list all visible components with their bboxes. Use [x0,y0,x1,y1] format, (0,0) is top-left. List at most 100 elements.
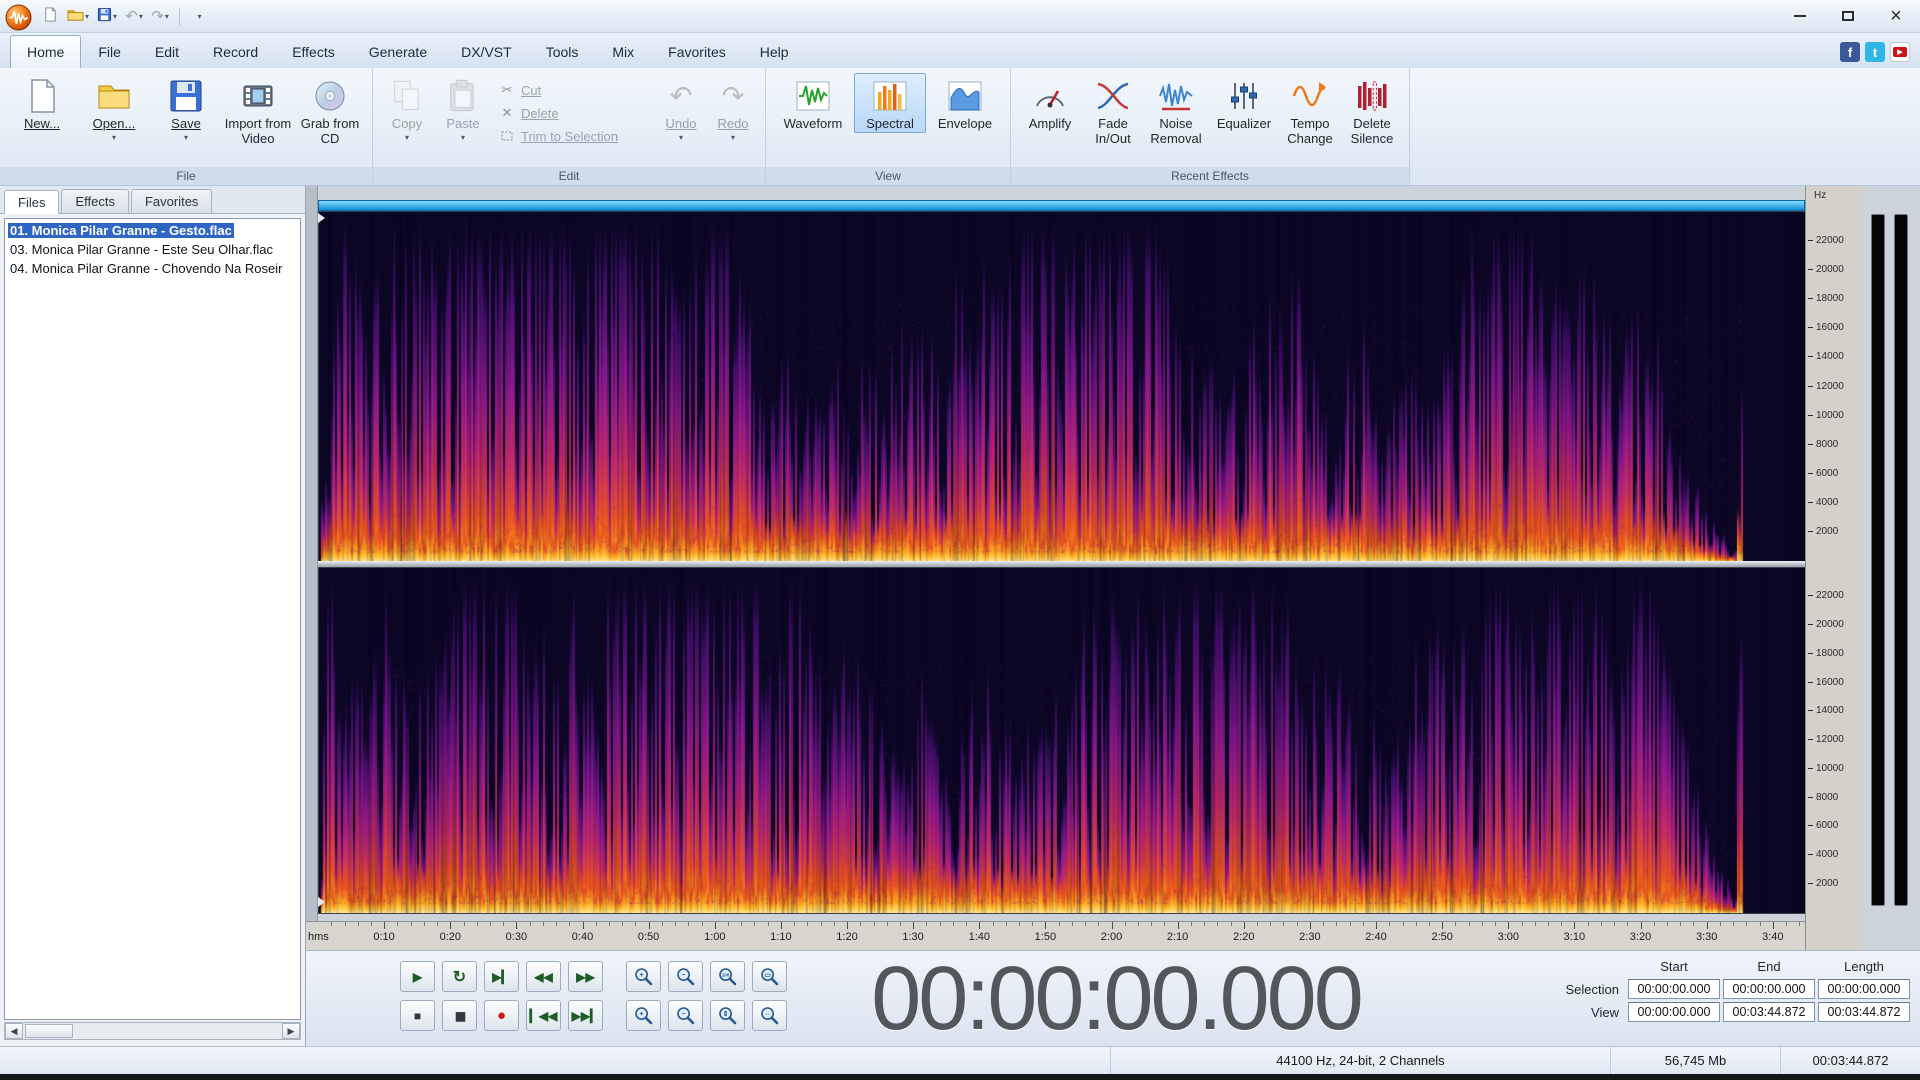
youtube-icon[interactable]: ▶ [1890,42,1910,62]
ribbon-tab-help[interactable]: Help [743,35,806,68]
pg-header-end: End [1757,958,1781,974]
sidebar-tab-favorites[interactable]: Favorites [130,189,213,213]
zoom-100-button[interactable]: 100 [710,961,745,992]
play-button[interactable]: ▶ [400,961,435,992]
file-list-scrollbar[interactable]: ◀ ▶ [4,1022,301,1040]
selection-length-field[interactable]: 00:00:00.000 [1818,979,1910,999]
zoom-vertical-out-button[interactable]: − [668,1000,703,1031]
equalizer-button[interactable]: Equalizer [1209,73,1279,133]
timeline-major-tick [1177,922,1179,929]
zoom-selection-button[interactable]: ▭ [752,961,787,992]
copy-button[interactable]: Copy ▾ [379,73,435,142]
ribbon-tab-home[interactable]: Home [10,35,82,68]
open-dropdown-caret[interactable]: ▾ [85,12,89,21]
playhead-marker-top[interactable] [318,213,325,223]
delete-silence-button[interactable]: Delete Silence [1341,73,1403,147]
redo-button[interactable]: ↷ Redo ▾ [707,73,759,142]
zoom-full-button[interactable]: ⇔ [752,1000,787,1031]
spectrogram-left-channel[interactable] [318,211,1807,563]
file-list-item[interactable]: 03. Monica Pilar Granne - Este Seu Olhar… [5,240,300,259]
close-button[interactable]: × [1872,0,1920,33]
open-dropdown-caret[interactable]: ▾ [112,133,116,141]
fade-in-out-button[interactable]: Fade In/Out [1083,73,1143,147]
facebook-icon[interactable]: f [1840,42,1860,62]
quick-save-button[interactable]: ▾ [95,5,119,29]
waveform-view-button[interactable]: Waveform [772,73,854,133]
ribbon-tab-edit[interactable]: Edit [138,35,196,68]
zoom-vertical-in-button[interactable]: + [626,1000,661,1031]
zoom-in-button[interactable]: + [626,961,661,992]
record-button[interactable]: ● [484,1000,519,1031]
selection-end-field[interactable]: 00:00:00.000 [1723,979,1815,999]
redo-dropdown-caret[interactable]: ▾ [165,12,169,21]
go-to-end-button[interactable]: ▶▶▎ [568,1000,603,1031]
frequency-tick [1808,796,1813,798]
scrollbar-track[interactable] [23,1023,282,1039]
twitter-icon[interactable]: t [1865,42,1885,62]
noise-removal-button[interactable]: Noise Removal [1143,73,1209,147]
view-end-field[interactable]: 00:03:44.872 [1723,1002,1815,1022]
ribbon-tab-tools[interactable]: Tools [529,35,596,68]
playhead-marker-bottom[interactable] [318,897,325,907]
play-to-end-button[interactable]: ▶▎ [484,961,519,992]
sidebar-tab-files[interactable]: Files [4,190,60,214]
cut-button[interactable]: ✂ Cut [499,82,647,98]
ribbon-tab-generate[interactable]: Generate [352,35,444,68]
equalizer-sliders-icon [1225,77,1263,115]
titlebar: ▾ ▾ ↶ ▾ ↷ ▾ ▾ × [0,0,1920,33]
ribbon-tab-favorites[interactable]: Favorites [651,35,743,68]
file-list-item[interactable]: 01. Monica Pilar Granne - Gesto.flac [5,221,300,240]
fast-forward-button[interactable]: ▶▶ [568,961,603,992]
save-dropdown-caret[interactable]: ▾ [184,133,188,141]
ribbon-tab-dx-vst[interactable]: DX/VST [444,35,529,68]
timeline-ruler[interactable]: hms 0:10 0:20 0:30 0:40 0:50 1:00 1:10 1:20 1:30… [306,921,1920,950]
ribbon-tab-effects[interactable]: Effects [275,35,352,68]
envelope-view-button[interactable]: Envelope [926,73,1004,133]
scrollbar-thumb[interactable] [25,1024,73,1038]
ribbon-tab-record[interactable]: Record [196,35,275,68]
spectrogram-right-channel[interactable] [318,567,1807,914]
scroll-left-button[interactable]: ◀ [5,1023,23,1039]
scroll-right-button[interactable]: ▶ [282,1023,300,1039]
quick-undo-button[interactable]: ↶ ▾ [123,5,145,29]
amplify-gauge-icon [1031,77,1069,115]
ribbon-tab-file[interactable]: File [81,35,138,68]
zoom-out-button[interactable]: − [668,961,703,992]
go-to-start-button[interactable]: ▎◀◀ [526,1000,561,1031]
delete-silence-button-label: Delete Silence [1350,116,1394,146]
grab-from-cd-button[interactable]: Grab from CD [294,73,366,147]
import-from-video-button[interactable]: Import from Video [222,73,294,147]
quick-open-button[interactable]: ▾ [65,5,91,29]
undo-button[interactable]: ↶ Undo ▾ [655,73,707,142]
paste-button[interactable]: Paste ▾ [435,73,491,142]
save-button[interactable]: Save ▾ [150,73,222,142]
view-range-bar[interactable] [318,200,1805,211]
undo-dropdown-caret[interactable]: ▾ [139,12,143,21]
quick-redo-button[interactable]: ↷ ▾ [149,5,171,29]
file-list-item[interactable]: 04. Monica Pilar Granne - Chovendo Na Ro… [5,259,300,278]
save-dropdown-caret[interactable]: ▾ [113,12,117,21]
time-display: 00:00:00.000 [871,949,1364,1049]
stop-button[interactable]: ■ [400,1000,435,1031]
minimize-button[interactable] [1776,0,1824,33]
sidebar-tab-effects[interactable]: Effects [61,189,129,213]
new-button[interactable]: New... [6,73,78,133]
rewind-button[interactable]: ◀◀ [526,961,561,992]
spectral-view-button[interactable]: Spectral [854,73,926,133]
zoom-level-button[interactable]: ⇕ [710,1000,745,1031]
selection-start-field[interactable]: 00:00:00.000 [1628,979,1720,999]
maximize-button[interactable] [1824,0,1872,33]
pause-button[interactable]: ▮▮ [442,1000,477,1031]
ribbon-tab-mix[interactable]: Mix [595,35,651,68]
tempo-change-button[interactable]: Tempo Change [1279,73,1341,147]
view-start-field[interactable]: 00:00:00.000 [1628,1002,1720,1022]
customize-toolbar-button[interactable]: ▾ [188,5,210,29]
loop-button[interactable]: ↻ [442,961,477,992]
delete-button[interactable]: ✕ Delete [499,105,647,121]
redo-dropdown-caret: ▾ [730,132,735,142]
trim-to-selection-button[interactable]: Trim to Selection [499,128,647,144]
quick-new-button[interactable] [39,5,61,29]
amplify-button[interactable]: Amplify [1017,73,1083,133]
open-button[interactable]: Open... ▾ [78,73,150,142]
view-length-field[interactable]: 00:03:44.872 [1818,1002,1910,1022]
